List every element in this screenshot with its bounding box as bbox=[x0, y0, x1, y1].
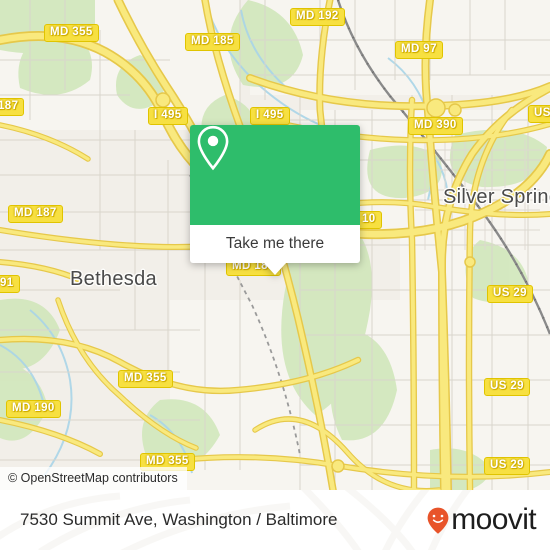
road-shield-md-192: MD 192 bbox=[290, 8, 345, 26]
location-callout: Take me there bbox=[190, 125, 360, 275]
road-shield-md-187: MD 187 bbox=[8, 205, 63, 223]
road-shield-us-29-lower: US 29 bbox=[484, 378, 530, 396]
road-shield-md-355-north: MD 355 bbox=[44, 24, 99, 42]
road-shield-md-390: MD 390 bbox=[408, 117, 463, 135]
road-shield-md-190: MD 190 bbox=[6, 400, 61, 418]
road-shield-md-355-mid: MD 355 bbox=[118, 370, 173, 388]
map-canvas[interactable]: Bethesda Silver Spring MD 355 MD 185 MD … bbox=[0, 0, 550, 490]
road-shield-us-29-edge-top: US 2 bbox=[528, 105, 550, 123]
address-text: 7530 Summit Ave, Washington / Baltimore bbox=[20, 510, 338, 529]
road-shield-us-29-bottom: US 29 bbox=[484, 457, 530, 475]
moovit-pin-icon bbox=[427, 507, 449, 534]
osm-attribution[interactable]: © OpenStreetMap contributors bbox=[0, 467, 187, 490]
place-label-silver-spring: Silver Spring bbox=[443, 186, 550, 208]
road-shield-md-97: MD 97 bbox=[395, 41, 443, 59]
road-shield-us-29-right: US 29 bbox=[487, 285, 533, 303]
take-me-there-label: Take me there bbox=[225, 235, 325, 252]
road-shield-i-495-center: I 495 bbox=[250, 107, 290, 125]
map-screen: Bethesda Silver Spring MD 355 MD 185 MD … bbox=[0, 0, 550, 550]
map-pin-icon bbox=[197, 125, 229, 171]
road-shield-md-187-edge: 187 bbox=[0, 98, 25, 116]
moovit-logo[interactable]: moovit bbox=[427, 503, 537, 536]
road-shield-md-191-edge: 91 bbox=[0, 275, 20, 293]
road-shield-i-495-west: I 495 bbox=[148, 107, 188, 125]
take-me-there-button[interactable]: Take me there bbox=[190, 225, 360, 275]
moovit-wordmark: moovit bbox=[451, 503, 536, 536]
callout-header bbox=[190, 125, 360, 225]
callout-tail bbox=[264, 263, 286, 275]
footer-bar: 7530 Summit Ave, Washington / Baltimore … bbox=[0, 490, 550, 550]
road-shield-md-185-north: MD 185 bbox=[185, 33, 240, 51]
place-label-bethesda: Bethesda bbox=[70, 268, 157, 290]
